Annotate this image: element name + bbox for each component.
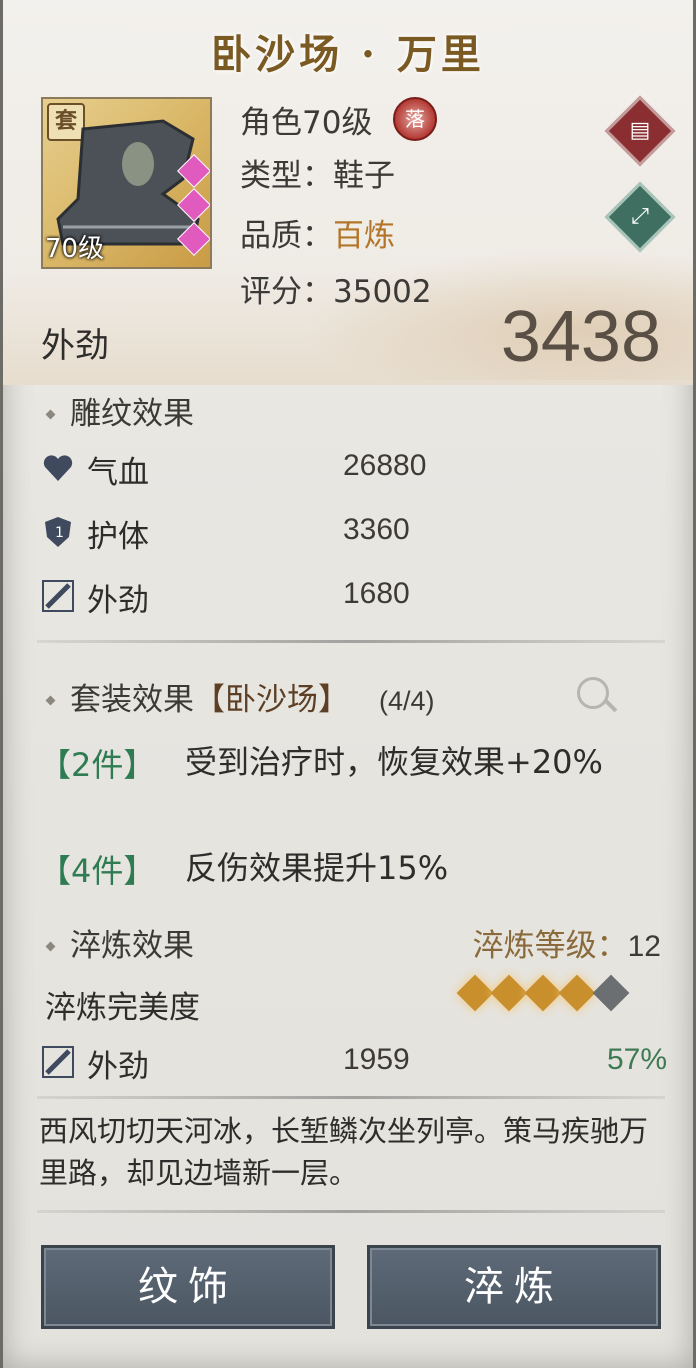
item-score: 评分：35002	[240, 274, 432, 310]
search-icon[interactable]	[577, 677, 609, 709]
item-level-tag: 70级	[45, 234, 105, 264]
perfection-stars	[456, 974, 630, 1024]
stat-name: 外劲	[87, 1049, 149, 1085]
role-level: 角色70级	[240, 105, 373, 141]
item-detail-panel: 卧沙场 · 万里 套 70级 角色70级 落 类型：鞋子 品质：百炼 评分：35…	[3, 0, 693, 1368]
item-quality: 品质：百炼	[240, 210, 395, 255]
set-bonus-tag: 【2件】	[39, 746, 156, 784]
shield-icon: 1	[45, 517, 71, 547]
perfect-label: 淬炼完美度	[45, 990, 200, 1026]
share-icon: ⤢	[631, 204, 649, 229]
stat-value: 1680	[343, 577, 410, 610]
main-stat-label: 外劲	[41, 326, 109, 366]
engrave-row-attack: 外劲 1680	[41, 571, 671, 621]
sword-icon	[42, 580, 74, 612]
fall-badge: 落	[393, 97, 437, 141]
item-description: 西风切切天河冰，长堑鳞次坐列亭。策马疾驰万里路，却见边墙新一层。	[39, 1114, 649, 1190]
chest-icon: ▤	[629, 118, 651, 143]
item-icon[interactable]: 套 70级	[41, 97, 212, 269]
quality-value: 百炼	[333, 218, 395, 254]
temper-level: 淬炼等级：12	[473, 920, 661, 965]
sword-icon	[42, 1046, 74, 1078]
divider	[37, 1096, 665, 1099]
star-filled-icon	[456, 974, 494, 1012]
engrave-row-hp: 气血 26880	[41, 443, 671, 493]
item-title: 卧沙场 · 万里	[211, 31, 485, 78]
temper-row-attack: 外劲 1959 57%	[41, 1037, 671, 1087]
set-title-text: 套装效果	[70, 682, 194, 718]
gem-icon	[177, 188, 210, 222]
bullet-icon	[45, 941, 56, 952]
gem-icon	[177, 154, 210, 188]
stat-name: 护体	[87, 519, 149, 555]
temper-level-label: 淬炼等级：	[472, 928, 628, 964]
item-type: 类型：鞋子	[240, 158, 395, 194]
engrave-button[interactable]: 纹饰	[41, 1245, 335, 1329]
set-bonus-text: 反伤效果提升15%	[185, 849, 449, 887]
temper-button[interactable]: 淬炼	[367, 1245, 661, 1329]
star-empty-icon	[592, 974, 630, 1012]
star-filled-icon	[524, 974, 562, 1012]
stat-value: 1959	[343, 1043, 410, 1076]
gem-slots	[177, 154, 210, 261]
quality-label: 品质：	[240, 218, 333, 254]
divider	[37, 1210, 665, 1213]
set-section-title: 套装效果【卧沙场】 (4/4)	[39, 674, 435, 719]
set-bonus-text: 受到治疗时，恢复效果+20%	[185, 743, 603, 781]
gem-icon	[177, 222, 210, 256]
star-filled-icon	[490, 974, 528, 1012]
temper-title-text: 淬炼效果	[70, 928, 194, 964]
temper-section-title: 淬炼效果	[39, 920, 194, 965]
bullet-icon	[45, 695, 56, 706]
stat-value: 3360	[343, 513, 410, 546]
stat-name: 气血	[87, 455, 149, 491]
bullet-icon	[45, 409, 56, 420]
svg-text:1: 1	[55, 525, 64, 541]
temper-level-value: 12	[627, 930, 661, 963]
engrave-row-defense: 1 护体 3360	[41, 507, 671, 557]
set-name: 【卧沙场】	[194, 682, 349, 718]
star-filled-icon	[558, 974, 596, 1012]
set-count: (4/4)	[379, 686, 435, 716]
engrave-section-title: 雕纹效果	[39, 388, 194, 433]
heart-icon	[43, 455, 73, 481]
main-stat-value: 3438	[500, 297, 661, 377]
set-bonus-tag: 【4件】	[39, 852, 156, 890]
stat-value: 26880	[343, 449, 427, 482]
stat-name: 外劲	[87, 583, 149, 619]
divider	[37, 640, 665, 643]
engrave-title-text: 雕纹效果	[70, 396, 194, 432]
stat-percent: 57%	[606, 1043, 667, 1076]
